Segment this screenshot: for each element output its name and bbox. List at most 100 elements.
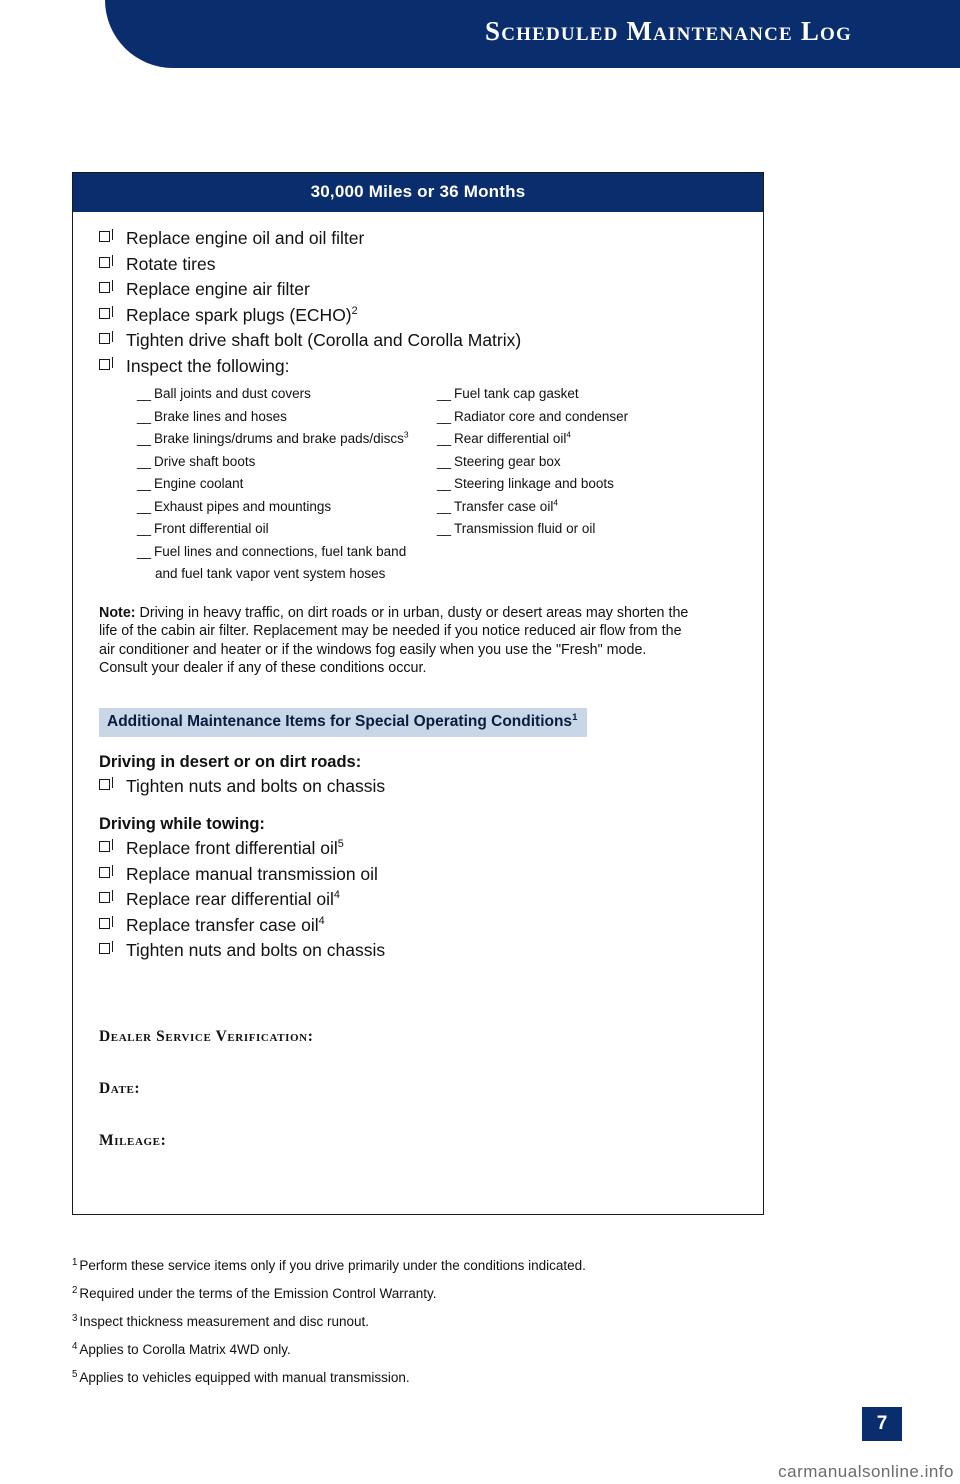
checkbox-icon[interactable] <box>99 356 113 370</box>
verification-field-label: Date: <box>99 1079 141 1097</box>
checkbox-icon[interactable] <box>99 280 113 293</box>
maintenance-item-label: Replace engine oil and oil filter <box>126 228 365 248</box>
blank-line-icon: __ <box>437 498 451 514</box>
inspect-item[interactable]: __ Steering linkage and boots <box>437 473 717 496</box>
maintenance-item-label: Tighten drive shaft bolt (Corolla and Co… <box>126 330 522 350</box>
inspect-item[interactable]: __ Steering gear box <box>437 451 717 474</box>
blank-line-icon: __ <box>137 521 151 536</box>
maintenance-item[interactable]: Replace engine air filter <box>99 277 737 303</box>
checkbox-icon[interactable] <box>99 915 113 929</box>
site-watermark: carmanualsonline.info <box>778 1462 954 1481</box>
inspect-item[interactable]: __ Fuel tank cap gasket <box>437 383 717 406</box>
footnote-marker: 4 <box>553 497 558 507</box>
blank-line-icon: __ <box>137 543 151 559</box>
inspect-item[interactable]: __ Transmission fluid or oil <box>437 518 717 541</box>
checkbox-icon[interactable] <box>99 890 113 903</box>
towing-item[interactable]: Replace manual transmission oil <box>99 862 737 888</box>
inspect-item-label: Front differential oil <box>154 521 269 536</box>
footnote: 5 Applies to vehicles equipped with manua… <box>72 1369 772 1386</box>
page-title: Scheduled Maintenance Log <box>485 16 852 46</box>
blank-line-icon: __ <box>137 498 151 514</box>
blank-line-icon: __ <box>137 453 151 469</box>
footnote-text: Perform these service items only if you … <box>79 1258 586 1273</box>
blank-line-icon: __ <box>437 408 451 424</box>
note-label: Note: <box>99 604 136 621</box>
footnote-marker: 5 <box>337 838 344 851</box>
footnote-marker: 2 <box>351 304 358 317</box>
maintenance-item-label: Rotate tires <box>126 253 216 274</box>
inspect-item[interactable]: __ Transfer case oil4 <box>437 496 717 519</box>
inspect-item[interactable]: __ Ball joints and dust covers <box>137 383 437 406</box>
footnote-text: Required under the terms of the Emission… <box>79 1286 437 1301</box>
blank-line-icon: __ <box>437 431 451 446</box>
checkbox-icon[interactable] <box>99 331 113 344</box>
blank-line-icon: __ <box>137 386 151 401</box>
note-text: Driving in heavy traffic, on dirt roads … <box>99 604 689 677</box>
towing-item-label: Tighten nuts and bolts on chassis <box>126 940 386 960</box>
inspect-item[interactable]: __ Exhaust pipes and mountings <box>137 496 437 519</box>
inspect-column-left: __ Ball joints and dust covers __ Brake lin… <box>137 383 437 586</box>
inspect-column-right: __ Fuel tank cap gasket __ Radiator core an… <box>437 383 717 586</box>
footnote-marker: 4 <box>318 914 325 927</box>
inspect-item-label: Fuel lines and connections, fuel tank ba… <box>154 543 407 559</box>
inspect-item-label: Steering linkage and boots <box>454 476 614 491</box>
checkbox-icon[interactable] <box>99 254 113 268</box>
footnote: 1 Perform these service items only if you… <box>72 1257 772 1274</box>
inspect-item-label: Drive shaft boots <box>154 453 256 469</box>
blank-line-icon: __ <box>137 476 151 491</box>
towing-item[interactable]: Replace rear differential oil4 <box>99 887 737 913</box>
desert-item[interactable]: Tighten nuts and bolts on chassis <box>99 774 737 800</box>
checkbox-icon[interactable] <box>99 839 113 852</box>
verification-field-label: Mileage: <box>99 1131 167 1149</box>
towing-item[interactable]: Replace front differential oil5 <box>99 836 737 862</box>
inspect-item[interactable]: __ Fuel lines and connections, fuel tank … <box>137 541 437 586</box>
inspect-item-label: Exhaust pipes and mountings <box>154 498 332 514</box>
inspect-item-label: Ball joints and dust covers <box>154 386 311 401</box>
maintenance-item[interactable]: Replace engine oil and oil filter <box>99 226 737 252</box>
inspect-item-label: Brake lines and hoses <box>154 408 287 424</box>
inspect-item-label: Rear differential oil <box>454 431 567 446</box>
maintenance-interval-title: 30,000 Miles or 36 Months <box>73 173 763 212</box>
towing-item[interactable]: Replace transfer case oil4 <box>99 913 737 939</box>
inspect-item-label: Steering gear box <box>454 453 561 469</box>
checkbox-icon[interactable] <box>99 941 113 954</box>
checkbox-icon[interactable] <box>99 229 113 242</box>
footnotes: 1 Perform these service items only if you… <box>72 1257 772 1398</box>
footnote-text: Inspect thickness measurement and disc r… <box>79 1314 370 1329</box>
additional-maintenance-subtitle: Additional Maintenance Items for Special… <box>99 707 588 737</box>
maintenance-card-body: Replace engine oil and oil filter Rotate … <box>73 212 763 1214</box>
checkbox-icon[interactable] <box>99 864 113 878</box>
maintenance-item-label: Inspect the following: <box>126 355 290 376</box>
blank-line-icon: __ <box>437 386 451 401</box>
inspect-item[interactable]: __ Brake linings/drums and brake pads/dis… <box>137 428 437 451</box>
maintenance-item[interactable]: Inspect the following: <box>99 354 737 380</box>
blank-line-icon: __ <box>437 521 451 536</box>
inspect-item[interactable]: __ Engine coolant <box>137 473 437 496</box>
footnote-marker: 3 <box>72 1312 78 1324</box>
towing-item[interactable]: Tighten nuts and bolts on chassis <box>99 938 737 964</box>
checkbox-icon[interactable] <box>99 305 113 319</box>
verification-field-label: Dealer Service Verification: <box>99 1027 314 1045</box>
inspect-item[interactable]: __ Front differential oil <box>137 518 437 541</box>
checkbox-icon[interactable] <box>99 776 113 790</box>
note-paragraph: Note: Driving in heavy traffic, on dirt … <box>99 604 689 678</box>
inspect-item-label: Transmission fluid or oil <box>454 521 596 536</box>
blank-line-icon: __ <box>137 408 151 424</box>
inspect-item[interactable]: __ Brake lines and hoses <box>137 406 437 429</box>
inspect-item[interactable]: __ Drive shaft boots <box>137 451 437 474</box>
towing-checklist: Replace front differential oil5 Replace m… <box>99 836 737 964</box>
page-number: 7 <box>862 1407 902 1441</box>
page-header-banner: Scheduled Maintenance Log <box>105 0 960 68</box>
inspect-item[interactable]: __ Rear differential oil4 <box>437 428 717 451</box>
maintenance-item[interactable]: Rotate tires <box>99 252 737 278</box>
footnote: 2 Required under the terms of the Emissio… <box>72 1285 772 1302</box>
inspect-item-label: Brake linings/drums and brake pads/discs <box>154 431 404 446</box>
maintenance-item-label: Replace spark plugs (ECHO) <box>126 304 352 325</box>
footnote-text: Applies to vehicles equipped with manual… <box>79 1370 410 1385</box>
footnote-marker: 4 <box>566 429 571 440</box>
footnote-text: Applies to Corolla Matrix 4WD only. <box>79 1342 291 1357</box>
maintenance-item[interactable]: Tighten drive shaft bolt (Corolla and Co… <box>99 328 737 354</box>
inspect-item[interactable]: __ Radiator core and condenser <box>437 406 717 429</box>
blank-line-icon: __ <box>137 431 151 446</box>
maintenance-item[interactable]: Replace spark plugs (ECHO)2 <box>99 303 737 329</box>
